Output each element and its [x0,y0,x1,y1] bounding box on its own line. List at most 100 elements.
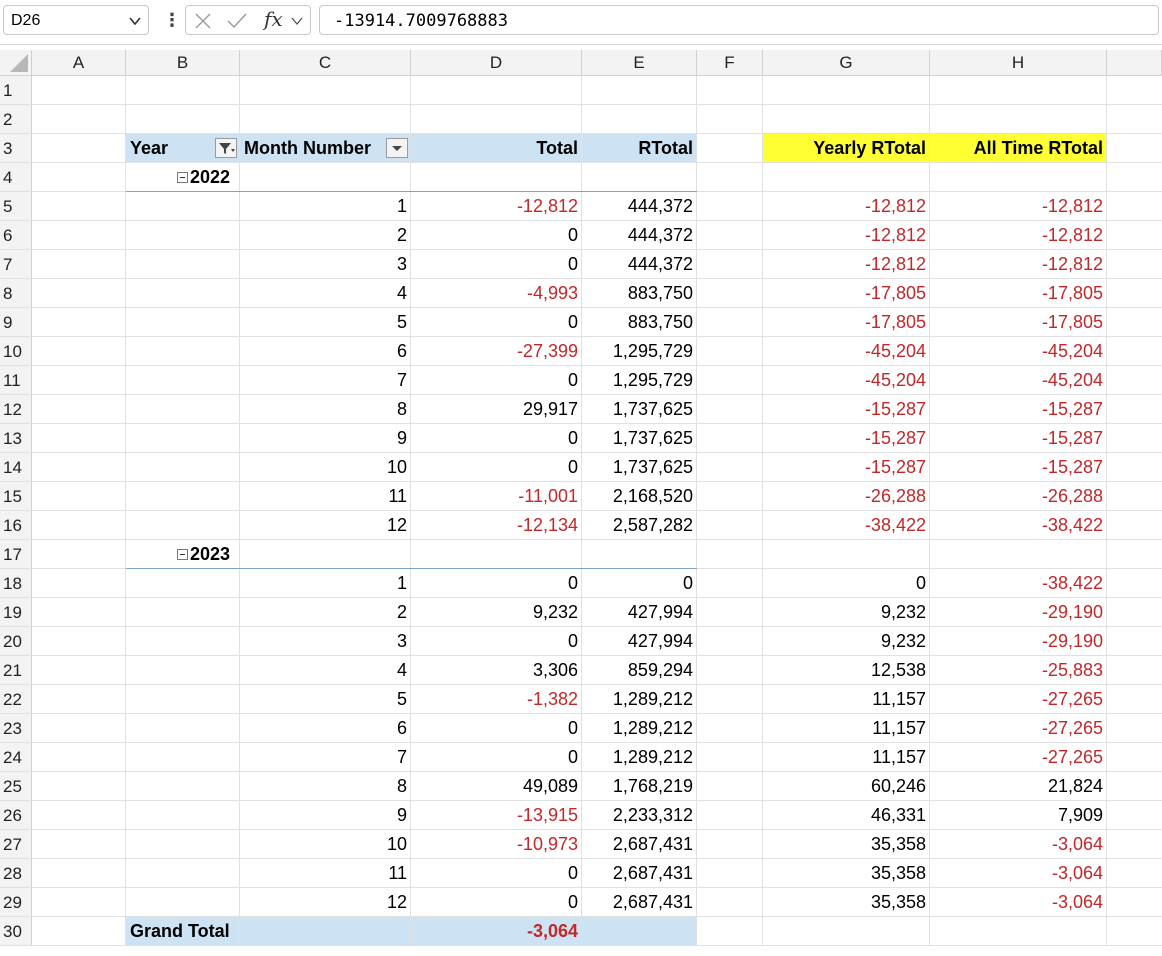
row-header[interactable]: 24 [0,743,32,772]
rtotal-cell[interactable]: 2,233,312 [582,801,697,830]
yearly-rtotal-cell[interactable]: 46,331 [763,801,930,830]
row-header[interactable]: 15 [0,482,32,511]
row-header[interactable]: 26 [0,801,32,830]
total-cell[interactable]: -12,134 [411,511,582,540]
confirm-icon[interactable] [226,12,248,30]
row-header[interactable]: 8 [0,279,32,308]
total-cell[interactable]: -4,993 [411,279,582,308]
yearly-rtotal-cell[interactable]: 11,157 [763,714,930,743]
month-number-cell[interactable]: 4 [240,656,411,685]
alltime-rtotal-cell[interactable]: 21,824 [930,772,1107,801]
pivot-header-rtotal[interactable]: RTotal [582,134,697,163]
yearly-rtotal-cell[interactable]: -45,204 [763,337,930,366]
row-header[interactable]: 19 [0,598,32,627]
column-header-overflow[interactable] [1107,50,1162,76]
total-cell[interactable]: -13,915 [411,801,582,830]
column-header-g[interactable]: G [763,50,930,76]
alltime-rtotal-cell[interactable]: -45,204 [930,337,1107,366]
row-header[interactable]: 21 [0,656,32,685]
month-number-cell[interactable]: 3 [240,627,411,656]
row-header[interactable]: 6 [0,221,32,250]
row-header[interactable]: 14 [0,453,32,482]
total-cell[interactable]: 0 [411,714,582,743]
alltime-rtotal-cell[interactable]: -29,190 [930,598,1107,627]
cancel-icon[interactable] [194,12,212,30]
row-header[interactable]: 3 [0,134,32,163]
row-header[interactable]: 20 [0,627,32,656]
column-header-f[interactable]: F [697,50,763,76]
yearly-rtotal-cell[interactable]: -17,805 [763,308,930,337]
yearly-rtotal-cell[interactable]: 9,232 [763,627,930,656]
rtotal-cell[interactable]: 1,289,212 [582,714,697,743]
yearly-rtotal-cell[interactable]: -38,422 [763,511,930,540]
alltime-rtotal-cell[interactable]: -27,265 [930,743,1107,772]
month-number-cell[interactable]: 2 [240,598,411,627]
alltime-rtotal-cell[interactable]: -45,204 [930,366,1107,395]
column-header-h[interactable]: H [930,50,1107,76]
rtotal-cell[interactable]: 1,737,625 [582,453,697,482]
row-header[interactable]: 2 [0,105,32,134]
alltime-rtotal-cell[interactable]: -27,265 [930,685,1107,714]
row-header[interactable]: 25 [0,772,32,801]
month-number-cell[interactable]: 11 [240,482,411,511]
chevron-down-icon[interactable] [128,14,142,28]
collapse-icon[interactable] [177,549,188,560]
group-year-label[interactable]: 2023 [188,540,302,569]
total-cell[interactable]: 0 [411,888,582,917]
month-number-cell[interactable]: 9 [240,801,411,830]
total-cell[interactable]: 0 [411,627,582,656]
rtotal-cell[interactable]: 2,587,282 [582,511,697,540]
row-header[interactable]: 4 [0,163,32,192]
row-header[interactable]: 13 [0,424,32,453]
yearly-rtotal-cell[interactable]: 35,358 [763,830,930,859]
total-cell[interactable]: -12,812 [411,192,582,221]
alltime-rtotal-cell[interactable]: -15,287 [930,424,1107,453]
row-header[interactable]: 22 [0,685,32,714]
month-number-cell[interactable]: 9 [240,424,411,453]
alltime-rtotal-cell[interactable]: -12,812 [930,221,1107,250]
yearly-rtotal-cell[interactable]: -26,288 [763,482,930,511]
yearly-rtotal-cell[interactable]: -12,812 [763,221,930,250]
month-number-cell[interactable]: 12 [240,511,411,540]
rtotal-cell[interactable]: 883,750 [582,308,697,337]
column-header-c[interactable]: C [240,50,411,76]
month-number-cell[interactable]: 10 [240,453,411,482]
alltime-rtotal-cell[interactable]: -3,064 [930,859,1107,888]
alltime-rtotal-cell[interactable]: -15,287 [930,395,1107,424]
alltime-rtotal-cell[interactable]: -26,288 [930,482,1107,511]
total-cell[interactable]: 0 [411,366,582,395]
month-number-cell[interactable]: 5 [240,308,411,337]
total-cell[interactable]: -10,973 [411,830,582,859]
yearly-rtotal-cell[interactable]: -45,204 [763,366,930,395]
row-header[interactable]: 7 [0,250,32,279]
total-cell[interactable]: 0 [411,453,582,482]
row-header[interactable]: 11 [0,366,32,395]
yearly-rtotal-cell[interactable]: -17,805 [763,279,930,308]
yearly-rtotal-cell[interactable]: 0 [763,569,930,598]
rtotal-cell[interactable]: 2,687,431 [582,859,697,888]
month-number-cell[interactable]: 7 [240,366,411,395]
rtotal-cell[interactable]: 1,289,212 [582,685,697,714]
total-cell[interactable]: 0 [411,308,582,337]
rtotal-cell[interactable]: 444,372 [582,221,697,250]
alltime-rtotal-cell[interactable]: -15,287 [930,453,1107,482]
month-number-cell[interactable]: 5 [240,685,411,714]
row-header[interactable]: 28 [0,859,32,888]
month-number-cell[interactable]: 6 [240,337,411,366]
yearly-rtotal-cell[interactable]: 9,232 [763,598,930,627]
rtotal-cell[interactable]: 427,994 [582,627,697,656]
alltime-rtotal-cell[interactable]: -25,883 [930,656,1107,685]
row-header[interactable]: 10 [0,337,32,366]
total-cell[interactable]: 29,917 [411,395,582,424]
grand-total-label[interactable]: Grand Total [126,917,326,946]
alltime-rtotal-cell[interactable]: -17,805 [930,308,1107,337]
month-number-cell[interactable]: 7 [240,743,411,772]
yearly-rtotal-cell[interactable]: 60,246 [763,772,930,801]
month-number-cell[interactable]: 8 [240,395,411,424]
month-number-cell[interactable]: 1 [240,569,411,598]
alltime-rtotal-cell[interactable]: -38,422 [930,569,1107,598]
row-header[interactable]: 17 [0,540,32,569]
name-box[interactable]: D26 [3,5,149,35]
rtotal-cell[interactable]: 1,737,625 [582,424,697,453]
alltime-rtotal-cell[interactable]: -12,812 [930,192,1107,221]
